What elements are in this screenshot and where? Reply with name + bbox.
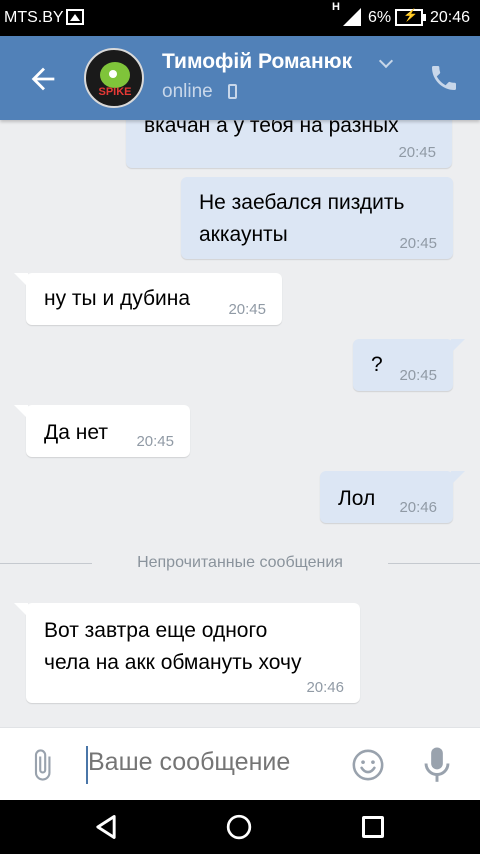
message-time: 20:46 — [306, 679, 344, 696]
message-outgoing[interactable]: ? 20:45 — [353, 339, 465, 391]
phone-icon[interactable] — [428, 62, 460, 94]
nav-back-icon[interactable] — [92, 813, 120, 841]
message-time: 20:46 — [399, 499, 437, 516]
message-text-line: аккаунты — [199, 223, 288, 246]
contact-name[interactable]: Тимофій Романюк — [162, 50, 352, 74]
nav-recents-icon[interactable] — [362, 816, 384, 838]
avatar-eye — [109, 70, 117, 78]
message-outgoing[interactable]: Лол 20:46 — [320, 471, 465, 523]
message-incoming[interactable]: Вот завтра еще одного чела на акк обману… — [14, 603, 360, 703]
back-arrow-icon[interactable] — [26, 62, 60, 96]
chat-header: SPIKE Тимофій Романюк online — [0, 36, 480, 120]
status-clock: 20:46 — [430, 9, 471, 26]
signal-icon — [343, 8, 361, 26]
mobile-icon — [228, 84, 237, 99]
message-text: Да нет — [44, 421, 108, 444]
message-time: 20:45 — [399, 367, 437, 384]
message-text: Лол — [338, 487, 376, 510]
message-text-line: Не заебался пиздить — [199, 191, 405, 214]
emoji-icon[interactable] — [351, 748, 385, 782]
paperclip-icon[interactable] — [25, 748, 59, 782]
network-type: H — [332, 1, 340, 13]
battery-percent: 6% — [368, 9, 392, 26]
contact-status: online — [162, 81, 213, 102]
message-time: 20:45 — [228, 301, 266, 318]
message-time: 20:45 — [399, 235, 437, 252]
divider-line — [388, 563, 480, 564]
avatar-text: SPIKE — [98, 86, 132, 98]
avatar[interactable]: SPIKE — [84, 48, 144, 108]
message-time: 20:45 — [136, 433, 174, 450]
system-navigation-bar — [0, 800, 480, 854]
message-text-line: Вот завтра еще одного — [44, 619, 268, 642]
message-outgoing[interactable]: Не заебался пиздить аккаунты 20:45 — [181, 177, 453, 259]
nav-home-icon[interactable] — [226, 814, 252, 840]
message-incoming[interactable]: ну ты и дубина 20:45 — [14, 273, 282, 325]
image-notification-icon — [66, 9, 84, 25]
message-composer — [0, 727, 480, 801]
unread-divider: Непрочитанные сообщения — [0, 552, 480, 576]
message-time: 20:45 — [398, 144, 436, 161]
carrier-name: MTS.BY — [4, 9, 64, 26]
unread-divider-label: Непрочитанные сообщения — [137, 554, 343, 571]
message-incoming[interactable]: Да нет 20:45 — [14, 405, 190, 457]
divider-line — [0, 563, 92, 564]
message-text: ? — [371, 353, 383, 376]
message-input[interactable] — [88, 748, 338, 777]
chevron-down-icon[interactable] — [378, 53, 394, 69]
message-text: ну ты и дубина — [44, 287, 191, 310]
microphone-icon[interactable] — [422, 746, 452, 784]
message-text-line: чела на акк обмануть хочу — [44, 651, 302, 674]
battery-nub — [423, 14, 426, 21]
status-bar: MTS.BY H 6% 20:46 — [0, 0, 480, 36]
battery-charging-icon — [395, 8, 423, 26]
